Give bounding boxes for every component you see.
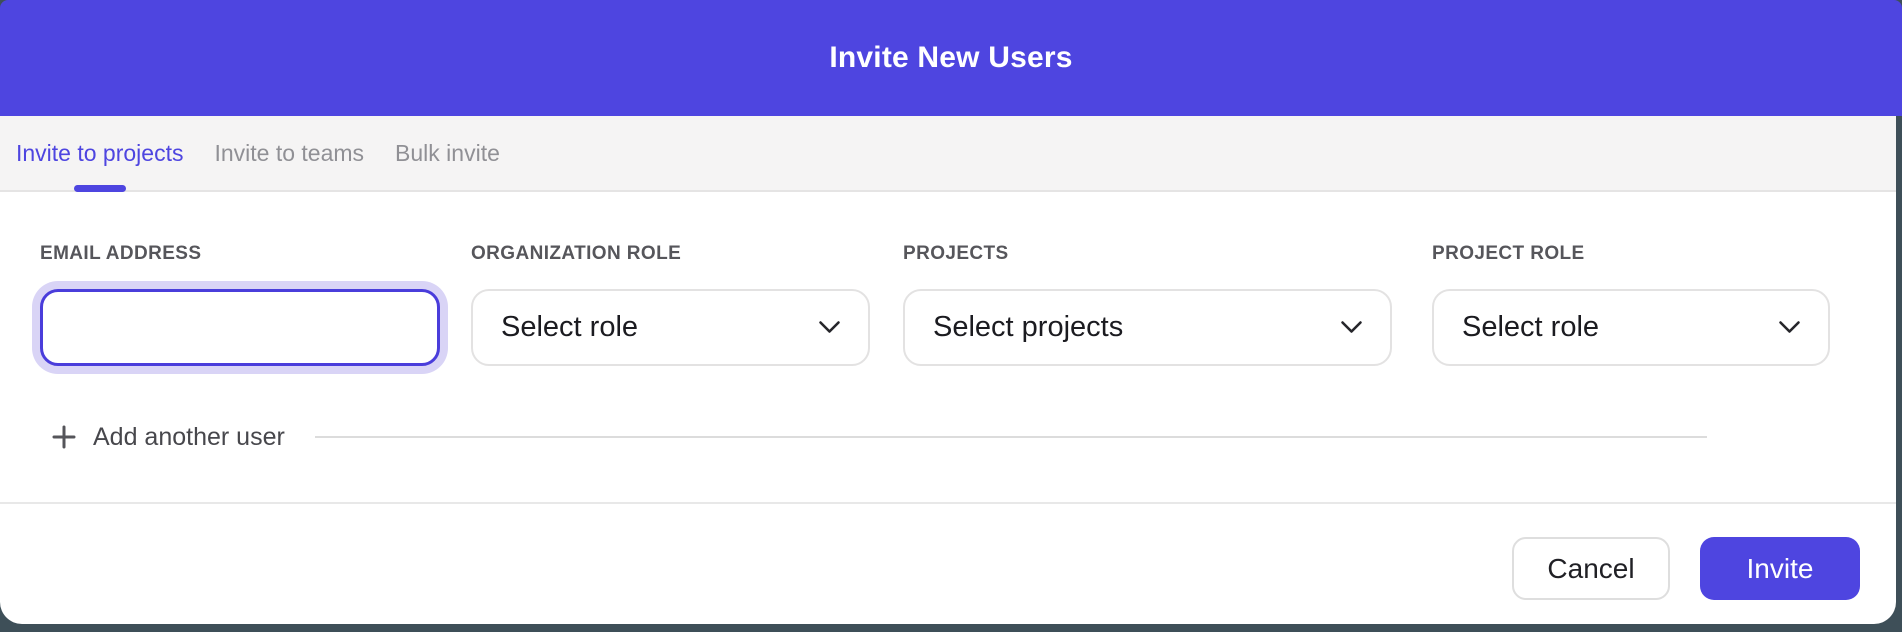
tab-label: Invite to teams xyxy=(214,140,364,167)
email-address-input[interactable] xyxy=(40,289,440,366)
organization-role-field: ORGANIZATION ROLE Select role xyxy=(471,243,870,366)
organization-role-label: ORGANIZATION ROLE xyxy=(471,243,870,265)
chevron-down-icon xyxy=(818,320,841,335)
project-role-select[interactable]: Select role xyxy=(1432,289,1830,366)
projects-field: PROJECTS Select projects xyxy=(903,243,1392,366)
active-tab-indicator xyxy=(74,185,126,192)
select-value: Select role xyxy=(1462,311,1599,344)
cancel-button[interactable]: Cancel xyxy=(1512,537,1670,600)
add-another-user-label: Add another user xyxy=(93,423,285,452)
plus-icon xyxy=(52,425,76,449)
modal-title: Invite New Users xyxy=(829,41,1072,75)
tab-invite-to-teams[interactable]: Invite to teams xyxy=(214,116,364,190)
tab-label: Invite to projects xyxy=(16,140,183,167)
chevron-down-icon xyxy=(1340,320,1363,335)
email-address-field: EMAIL ADDRESS xyxy=(40,243,440,366)
project-role-field: PROJECT ROLE Select role xyxy=(1432,243,1830,366)
organization-role-select[interactable]: Select role xyxy=(471,289,870,366)
select-value: Select projects xyxy=(933,311,1123,344)
email-address-label: EMAIL ADDRESS xyxy=(40,243,440,265)
chevron-down-icon xyxy=(1778,320,1801,335)
row-divider-line xyxy=(315,436,1707,438)
tab-label: Bulk invite xyxy=(395,140,500,167)
projects-label: PROJECTS xyxy=(903,243,1392,265)
select-value: Select role xyxy=(501,311,638,344)
projects-select[interactable]: Select projects xyxy=(903,289,1392,366)
add-another-user-button[interactable]: Add another user xyxy=(52,423,285,452)
invite-button[interactable]: Invite xyxy=(1700,537,1860,600)
project-role-label: PROJECT ROLE xyxy=(1432,243,1830,265)
invite-modal-body: Invite to projects Invite to teams Bulk … xyxy=(0,116,1896,624)
tab-invite-to-projects[interactable]: Invite to projects xyxy=(16,116,183,190)
modal-header: Invite New Users xyxy=(0,0,1902,116)
add-user-row: Add another user xyxy=(52,419,1896,455)
tab-bar: Invite to projects Invite to teams Bulk … xyxy=(0,116,1896,192)
page-backdrop: Invite New Users Invite to projects Invi… xyxy=(0,0,1902,632)
modal-footer: Cancel Invite xyxy=(0,502,1896,624)
footer-buttons: Cancel Invite xyxy=(1512,537,1860,600)
tab-bulk-invite[interactable]: Bulk invite xyxy=(395,116,500,190)
